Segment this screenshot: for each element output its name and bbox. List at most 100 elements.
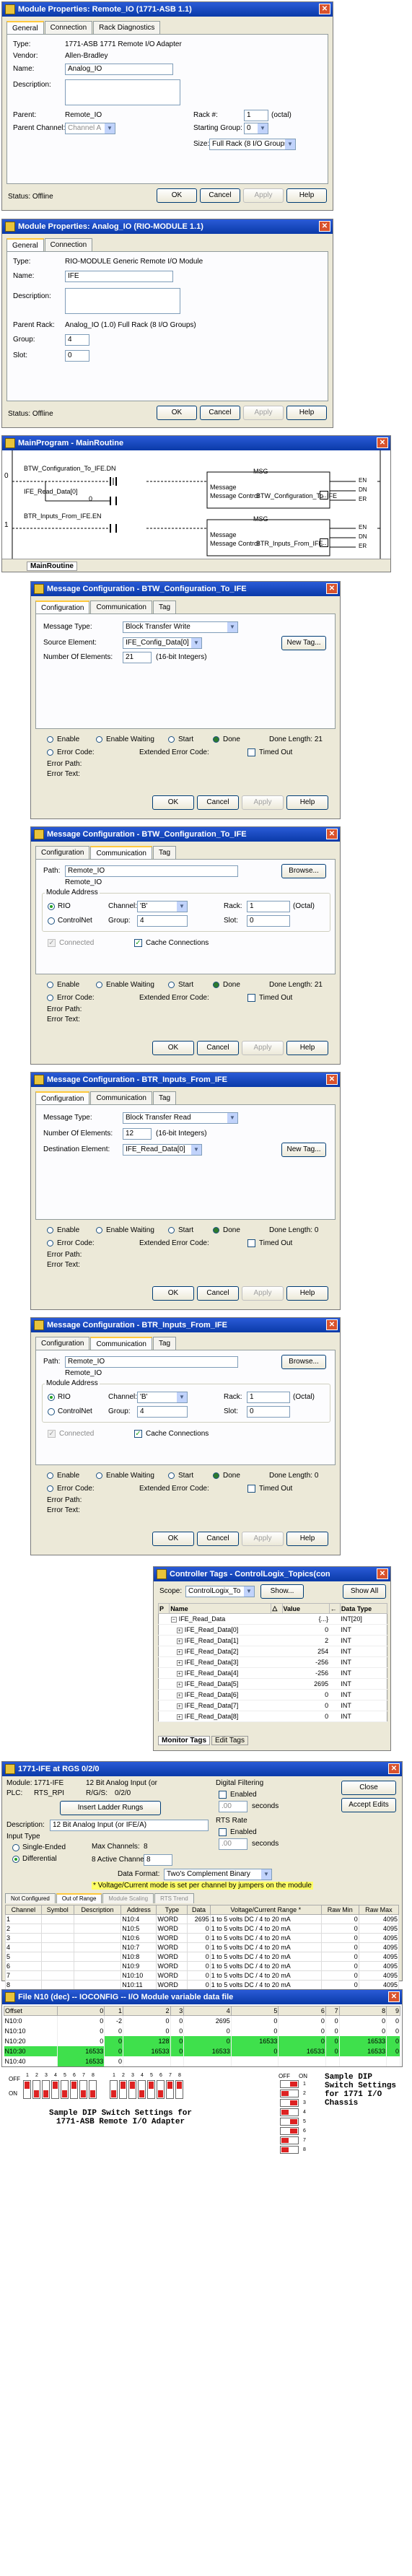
slot-field[interactable]: 0 xyxy=(247,915,290,927)
starting-group-select[interactable]: 0 xyxy=(244,123,268,134)
scope-select[interactable]: ControlLogix_To xyxy=(185,1586,255,1597)
slot-field[interactable]: 0 xyxy=(247,1406,290,1418)
tab-tag[interactable]: Tag xyxy=(152,1337,177,1350)
dip-toggle[interactable] xyxy=(139,2090,144,2097)
tab-main-routine[interactable]: MainRoutine xyxy=(27,562,77,571)
dip-toggle[interactable] xyxy=(281,2091,289,2096)
ok-button[interactable]: OK xyxy=(152,1041,194,1055)
data-cell[interactable]: 16533 xyxy=(57,2056,105,2066)
tab-configuration[interactable]: Configuration xyxy=(35,1337,90,1350)
tab-edit-tags[interactable]: Edit Tags xyxy=(211,1736,248,1745)
dip-toggle[interactable] xyxy=(167,2082,172,2089)
dip-toggle[interactable] xyxy=(290,2082,297,2087)
close-icon[interactable]: ✕ xyxy=(388,1763,400,1774)
tab-tag[interactable]: Tag xyxy=(152,601,177,614)
ok-button[interactable]: OK xyxy=(157,188,197,203)
parent-channel-select[interactable]: Channel A xyxy=(65,123,115,134)
close-button[interactable]: Close xyxy=(341,1781,396,1795)
cancel-button[interactable]: Cancel xyxy=(197,1532,239,1546)
ok-button[interactable]: OK xyxy=(152,795,194,810)
expand-plus-icon[interactable]: + xyxy=(176,1682,183,1688)
cache-connections-checkbox[interactable]: ✓ xyxy=(134,939,142,947)
table-row[interactable]: + IFE_Read_Data[6] 0 INT xyxy=(158,1689,387,1700)
browse-button[interactable]: Browse... xyxy=(281,864,326,878)
dip-toggle[interactable] xyxy=(34,2090,39,2097)
data-cell[interactable]: 16533 xyxy=(278,2045,326,2056)
close-icon[interactable]: ✕ xyxy=(326,829,338,839)
table-row[interactable]: + IFE_Read_Data[2] 254 INT xyxy=(158,1646,387,1657)
destination-element-select[interactable]: IFE_Read_Data[0] xyxy=(123,1144,202,1156)
data-cell[interactable] xyxy=(170,2056,185,2066)
data-cell[interactable]: 0 xyxy=(123,2025,171,2036)
show-all-button[interactable]: Show All xyxy=(343,1584,386,1599)
tags-column-header[interactable]: P xyxy=(157,1603,170,1614)
tab-module-scaling[interactable]: Module Scaling xyxy=(102,1893,154,1903)
data-cell[interactable]: 0 xyxy=(325,2045,340,2056)
data-cell[interactable] xyxy=(123,2056,171,2066)
data-cell[interactable]: 0 xyxy=(386,2015,400,2026)
data-cell[interactable]: 16533 xyxy=(183,2045,232,2056)
contact-tag[interactable]: BTR_Inputs_From_IFE.EN xyxy=(24,512,102,520)
data-cell[interactable]: 0 xyxy=(104,2025,123,2036)
expand-plus-icon[interactable]: + xyxy=(176,1660,183,1666)
close-icon[interactable]: ✕ xyxy=(377,1568,388,1579)
expand-plus-icon[interactable]: − xyxy=(170,1617,177,1623)
tab-rack-diagnostics[interactable]: Rack Diagnostics xyxy=(93,21,161,34)
data-cell[interactable]: 0 xyxy=(57,2015,105,2026)
close-icon[interactable]: ✕ xyxy=(388,1991,400,2002)
tab-connection[interactable]: Connection xyxy=(44,21,93,34)
tab-rts-trend[interactable]: RTS Trend xyxy=(154,1893,194,1903)
dip-toggle[interactable] xyxy=(62,2090,67,2097)
dip-toggle[interactable] xyxy=(281,2147,289,2152)
table-row[interactable]: N10:30 16533 0 16533 0 16533 0 16533 0 16533 0 xyxy=(4,2045,400,2056)
dip-toggle[interactable] xyxy=(281,2110,289,2115)
tab-communication[interactable]: Communication xyxy=(90,1337,152,1350)
table-row[interactable]: 1 N10:4 WORD 2695 1 to 5 volts DC / 4 to 20 … xyxy=(5,1914,400,1924)
expand-plus-icon[interactable]: + xyxy=(176,1703,183,1709)
tab-configuration[interactable]: Configuration xyxy=(35,1091,90,1104)
tab-communication[interactable]: Communication xyxy=(90,601,152,614)
tab-monitor-tags[interactable]: Monitor Tags xyxy=(158,1736,211,1745)
ok-button[interactable]: OK xyxy=(152,1532,194,1546)
new-tag-button[interactable]: New Tag... xyxy=(281,1143,326,1157)
table-row[interactable]: − IFE_Read_Data {...} INT[20] xyxy=(158,1613,387,1625)
table-row[interactable]: + IFE_Read_Data[1] 2 INT xyxy=(158,1635,387,1646)
help-button[interactable]: Help xyxy=(286,406,327,420)
dip-toggle[interactable] xyxy=(130,2082,135,2089)
data-cell[interactable]: 0 xyxy=(57,2025,105,2036)
dip-toggle[interactable] xyxy=(25,2082,30,2089)
ok-button[interactable]: OK xyxy=(157,406,197,420)
table-row[interactable]: + IFE_Read_Data[0] 0 INT xyxy=(158,1624,387,1636)
dip-toggle[interactable] xyxy=(158,2090,163,2097)
connected-checkbox[interactable]: ✓ xyxy=(48,1430,56,1438)
tags-column-header[interactable]: ← xyxy=(328,1603,341,1614)
name-field[interactable]: IFE xyxy=(65,271,173,282)
table-row[interactable]: N10:10 0 0 0 0 0 0 0 0 0 0 xyxy=(4,2025,400,2036)
message-type-select[interactable]: Block Transfer Write xyxy=(123,621,238,633)
data-cell[interactable]: 0 xyxy=(339,2015,387,2026)
apply-button[interactable]: Apply xyxy=(242,1286,284,1301)
dip-toggle[interactable] xyxy=(177,2082,182,2089)
number-of-elements-field[interactable]: 21 xyxy=(123,652,152,663)
table-row[interactable]: 2 N10:5 WORD 0 1 to 5 volts DC / 4 to 20 mA 0… xyxy=(5,1924,400,1934)
connected-checkbox[interactable]: ✓ xyxy=(48,939,56,947)
tab-general[interactable]: General xyxy=(6,238,44,251)
cancel-button[interactable]: Cancel xyxy=(197,1286,239,1301)
size-select[interactable]: Full Rack (8 I/O Groups) xyxy=(209,139,296,150)
channel-select[interactable]: 'B' xyxy=(137,901,188,912)
contact-tag[interactable]: BTW_Configuration_To_IFE.DN xyxy=(24,465,116,472)
table-row[interactable]: 4 N10:7 WORD 0 1 to 5 volts DC / 4 to 20 mA 0… xyxy=(5,1942,400,1952)
differential-radio[interactable] xyxy=(12,1856,19,1863)
data-cell[interactable]: 2695 xyxy=(183,2015,232,2026)
tag-value-cell[interactable]: 2 xyxy=(282,1635,330,1646)
channel-cell[interactable]: 1 to 5 volts DC / 4 to 20 mA xyxy=(209,1924,322,1934)
data-cell[interactable] xyxy=(183,2056,232,2066)
tab-communication[interactable]: Communication xyxy=(90,846,152,859)
data-cell[interactable]: 0 xyxy=(170,2015,185,2026)
help-button[interactable]: Help xyxy=(286,1286,328,1301)
number-of-elements-field[interactable]: 12 xyxy=(123,1128,152,1140)
active-channels-field[interactable]: 8 xyxy=(144,1854,172,1866)
help-button[interactable]: Help xyxy=(286,795,328,810)
data-cell[interactable]: 16533 xyxy=(339,2045,387,2056)
rack-field[interactable]: 1 xyxy=(244,110,268,121)
